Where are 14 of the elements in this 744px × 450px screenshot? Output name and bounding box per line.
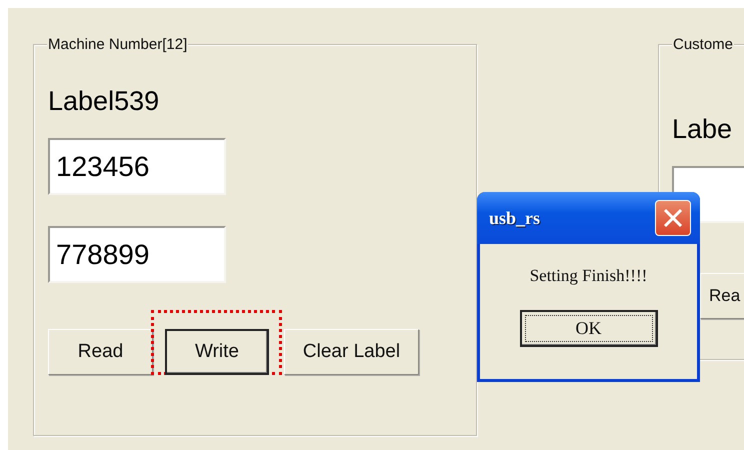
dialog-title: usb_rs <box>489 208 540 228</box>
input-field[interactable]: 123456 <box>48 138 226 195</box>
dialog-message: Setting Finish!!!! <box>530 266 648 286</box>
close-icon <box>662 207 684 229</box>
group-legend: Machine Number[12] <box>47 36 188 53</box>
input-field[interactable]: 778899 <box>48 226 226 283</box>
close-button[interactable] <box>655 200 691 236</box>
push-button[interactable]: Clear Label <box>284 329 419 375</box>
ok-button[interactable]: OK <box>520 310 658 347</box>
push-button[interactable]: Rea <box>700 273 744 319</box>
value-label: Labe <box>672 113 732 145</box>
value-label: Label539 <box>48 85 160 117</box>
push-button[interactable]: Read <box>48 329 153 375</box>
push-button[interactable]: Write <box>165 329 269 375</box>
